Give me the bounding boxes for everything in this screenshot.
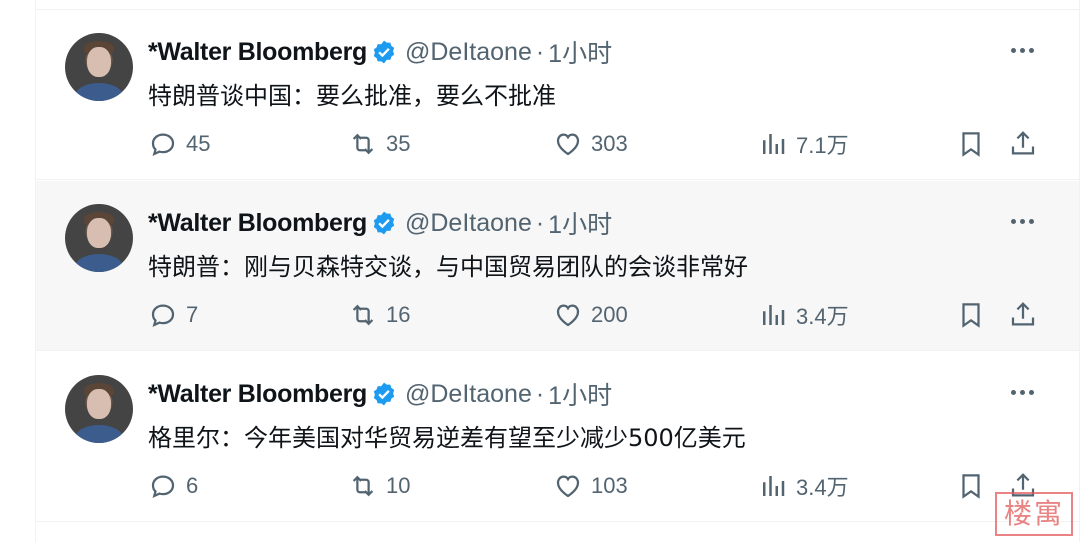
author-handle[interactable]: @DeItaone [405, 38, 532, 67]
more-icon[interactable] [1009, 211, 1039, 235]
tweet-actions: 7 16 200 3.4万 [148, 299, 1038, 331]
tweet-timestamp[interactable]: 1小时 [548, 376, 612, 412]
bookmark-icon [962, 474, 980, 499]
tweet-card[interactable]: *Walter Bloomberg @DeItaone · 1小时 特朗普谈中国… [36, 10, 1079, 180]
tweet-feed: *Walter Bloomberg @DeItaone · 1小时 特朗普谈中国… [35, 0, 1080, 542]
reply-button[interactable]: 45 [148, 128, 210, 160]
tweet-timestamp[interactable]: 1小时 [548, 34, 612, 70]
avatar[interactable] [65, 204, 133, 272]
bookmark-button[interactable] [956, 299, 986, 331]
previous-tweet-edge [36, 0, 1079, 10]
retweet-count: 35 [386, 131, 411, 156]
like-count: 200 [591, 302, 628, 327]
reply-button[interactable]: 7 [148, 299, 198, 331]
views-button[interactable]: 3.4万 [758, 470, 849, 502]
more-icon[interactable] [1009, 382, 1039, 406]
tweet-card[interactable]: *Walter Bloomberg @DeItaone · 1小时 格里尔：今年… [36, 352, 1079, 522]
share-button[interactable] [1008, 299, 1038, 331]
author-name[interactable]: *Walter Bloomberg [148, 380, 367, 409]
tweet-text: 格里尔：今年美国对华贸易逆差有望至少减少500亿美元 [148, 424, 746, 452]
share-icon [1011, 131, 1035, 155]
bookmark-button[interactable] [956, 128, 986, 160]
tweet-actions: 6 10 103 3.4万 [148, 470, 1038, 502]
reply-count: 6 [186, 473, 199, 498]
bookmark-icon [962, 303, 980, 328]
bookmark-icon [962, 132, 980, 157]
retweet-icon [352, 304, 374, 326]
separator-dot: · [535, 379, 545, 408]
like-button[interactable]: 103 [553, 470, 628, 502]
retweet-button[interactable]: 16 [348, 299, 410, 331]
views-icon [763, 305, 785, 325]
reply-icon [151, 304, 175, 328]
bookmark-button[interactable] [956, 470, 986, 502]
tweet-text: 特朗普谈中国：要么批准，要么不批准 [148, 82, 556, 110]
views-icon [763, 476, 785, 496]
avatar[interactable] [65, 33, 133, 101]
separator-dot: · [535, 37, 545, 66]
tweet-header: *Walter Bloomberg @DeItaone · 1小时 [148, 34, 612, 70]
tweet-text: 特朗普：刚与贝森特交谈，与中国贸易团队的会谈非常好 [148, 253, 748, 281]
retweet-icon [352, 133, 374, 155]
retweet-button[interactable]: 35 [348, 128, 410, 160]
retweet-count: 16 [386, 302, 411, 327]
share-icon [1011, 302, 1035, 326]
avatar[interactable] [65, 375, 133, 443]
like-button[interactable]: 303 [553, 128, 628, 160]
retweet-button[interactable]: 10 [348, 470, 410, 502]
like-count: 103 [591, 473, 628, 498]
like-count: 303 [591, 131, 628, 156]
tweet-card[interactable]: *Walter Bloomberg @DeItaone · 1小时 特朗普：刚与… [36, 181, 1079, 351]
like-icon [556, 133, 580, 156]
view-count: 3.4万 [796, 304, 849, 329]
retweet-count: 10 [386, 473, 411, 498]
author-handle[interactable]: @DeItaone [405, 209, 532, 238]
author-handle[interactable]: @DeItaone [405, 380, 532, 409]
reply-icon [151, 133, 175, 157]
like-button[interactable]: 200 [553, 299, 628, 331]
more-icon[interactable] [1009, 40, 1039, 64]
reply-count: 7 [186, 302, 199, 327]
view-count: 3.4万 [796, 475, 849, 500]
views-button[interactable]: 7.1万 [758, 128, 849, 160]
share-button[interactable] [1008, 128, 1038, 160]
reply-button[interactable]: 6 [148, 470, 198, 502]
like-icon [556, 304, 580, 327]
tweet-actions: 45 35 303 7.1万 [148, 128, 1038, 160]
verified-badge-icon [373, 382, 395, 406]
author-name[interactable]: *Walter Bloomberg [148, 209, 367, 238]
verified-badge-icon [373, 211, 395, 235]
retweet-icon [352, 475, 374, 497]
view-count: 7.1万 [796, 133, 849, 158]
watermark-stamp: 楼寓 [995, 492, 1073, 536]
reply-icon [151, 475, 175, 499]
views-icon [763, 134, 785, 154]
separator-dot: · [535, 208, 545, 237]
verified-badge-icon [373, 40, 395, 64]
author-name[interactable]: *Walter Bloomberg [148, 38, 367, 67]
reply-count: 45 [186, 131, 211, 156]
tweet-header: *Walter Bloomberg @DeItaone · 1小时 [148, 376, 612, 412]
tweet-header: *Walter Bloomberg @DeItaone · 1小时 [148, 205, 612, 241]
like-icon [556, 475, 580, 498]
tweet-timestamp[interactable]: 1小时 [548, 205, 612, 241]
views-button[interactable]: 3.4万 [758, 299, 849, 331]
